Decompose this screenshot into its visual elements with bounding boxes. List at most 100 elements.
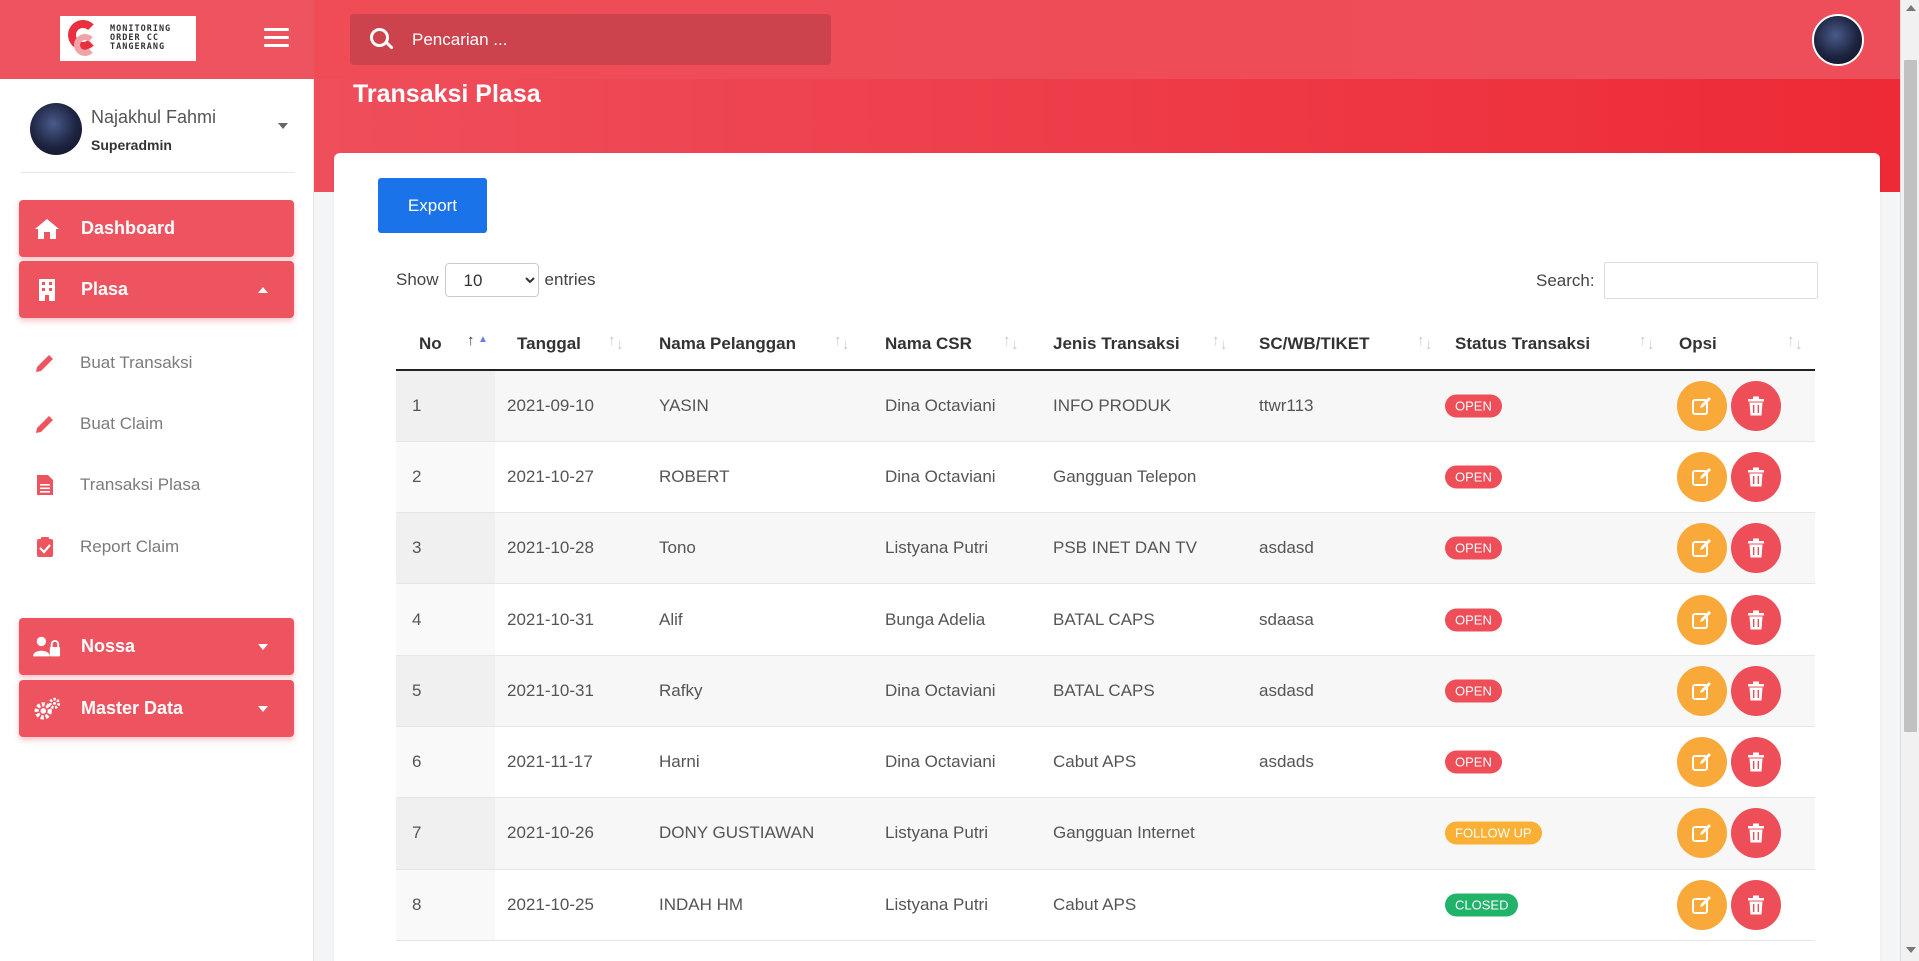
edit-button[interactable] <box>1677 594 1727 645</box>
file-icon <box>32 472 58 498</box>
column-header-jenis-transaksi[interactable]: Jenis Transaksi <box>1031 320 1240 371</box>
status-badge: OPEN <box>1445 608 1502 632</box>
export-button[interactable]: Export <box>378 178 487 233</box>
global-search-input[interactable] <box>412 29 792 50</box>
page-length-select[interactable]: 10 <box>444 263 539 297</box>
cell-csr: Dina Octaviani <box>885 395 996 415</box>
cell-tiket <box>1240 869 1445 940</box>
edit-button[interactable] <box>1677 665 1727 716</box>
delete-button[interactable] <box>1731 737 1781 788</box>
cell-pelanggan: Rafky <box>659 680 703 700</box>
entries-label: entries <box>544 270 596 289</box>
sidebar-user-name: Najakhul Fahmi <box>91 107 217 127</box>
scroll-down-icon[interactable] <box>1906 947 1916 953</box>
edit-button[interactable] <box>1677 737 1727 788</box>
column-header-tanggal[interactable]: Tanggal <box>495 320 636 371</box>
edit-button[interactable] <box>1677 808 1727 859</box>
cell-status: OPEN <box>1445 655 1667 726</box>
chevron-down-icon <box>258 644 268 650</box>
column-header-status-transaksi[interactable]: Status Transaksi <box>1445 320 1667 371</box>
app-logo[interactable]: MONITORING ORDER CC TANGERANG <box>60 16 196 61</box>
chevron-down-icon[interactable] <box>278 123 288 129</box>
sort-icon[interactable] <box>608 332 630 354</box>
edit-icon <box>1692 467 1711 486</box>
cell-jenis: Cabut APS <box>1053 752 1137 772</box>
user-avatar[interactable] <box>1812 14 1864 66</box>
cell-csr: Listyana Putri <box>885 823 988 843</box>
sidebar-user-panel[interactable]: Najakhul Fahmi Superadmin <box>20 101 294 173</box>
search-icon[interactable] <box>370 27 394 52</box>
status-badge: OPEN <box>1445 536 1502 560</box>
cell-tanggal: 2021-10-31 <box>507 609 594 629</box>
cell-no: 8 <box>396 869 495 941</box>
chevron-up-icon <box>258 287 268 293</box>
edit-icon <box>1692 895 1711 914</box>
column-header-sc-wb-tiket[interactable]: SC/WB/TIKET <box>1240 320 1445 371</box>
table-row[interactable]: 5 2021-10-31 Rafky Dina Octaviani BATAL CAPS… <box>396 655 1815 727</box>
edit-button[interactable] <box>1677 523 1727 574</box>
edit-icon <box>1692 610 1711 629</box>
delete-button[interactable] <box>1731 808 1781 859</box>
delete-button[interactable] <box>1731 380 1781 431</box>
edit-button[interactable] <box>1677 451 1727 502</box>
scrollbar-thumb[interactable] <box>1904 60 1917 732</box>
sort-icon[interactable] <box>1639 332 1661 354</box>
sort-icon[interactable] <box>1787 332 1809 354</box>
table-row[interactable]: 8 2021-10-25 INDAH HM Listyana Putri Cabut A… <box>396 869 1815 941</box>
logo-mark-icon <box>68 19 104 58</box>
delete-button[interactable] <box>1731 523 1781 574</box>
brand-area: MONITORING ORDER CC TANGERANG <box>0 0 314 79</box>
table-row[interactable]: 7 2021-10-26 DONY GUSTIAWAN Listyana Putri G… <box>396 797 1815 870</box>
table-row[interactable]: 2 2021-10-27 ROBERT Dina Octaviani Gangguan … <box>396 441 1815 513</box>
clipboard-check-icon <box>32 534 58 560</box>
sort-icon[interactable] <box>1212 332 1234 354</box>
column-header-no[interactable]: No <box>396 320 495 371</box>
sidebar-subitem-transaksi-plasa[interactable]: Transaksi Plasa <box>32 465 292 505</box>
cell-tanggal: 2021-10-26 <box>507 823 594 843</box>
sidebar-user-avatar <box>30 103 82 155</box>
cell-no: 5 <box>396 655 495 727</box>
table-row[interactable]: 3 2021-10-28 Tono Listyana Putri PSB INET DA… <box>396 512 1815 584</box>
table-search-label: Search: <box>1536 270 1595 290</box>
edit-icon <box>1692 681 1711 700</box>
cell-csr: Listyana Putri <box>885 538 988 558</box>
edit-button[interactable] <box>1677 380 1727 431</box>
cell-pelanggan: Tono <box>659 538 696 558</box>
trash-icon <box>1748 396 1764 416</box>
cell-csr: Listyana Putri <box>885 894 988 914</box>
cell-jenis: Gangguan Telepon <box>1053 466 1197 486</box>
sidebar-subitem-buat-transaksi[interactable]: Buat Transaksi <box>32 343 292 383</box>
delete-button[interactable] <box>1731 594 1781 645</box>
edit-icon <box>1692 396 1711 415</box>
table-row[interactable]: 4 2021-10-31 Alif Bunga Adelia BATAL CAPS sda… <box>396 583 1815 656</box>
hamburger-menu-icon[interactable] <box>264 28 289 48</box>
pencil-icon <box>32 350 58 376</box>
delete-button[interactable] <box>1731 879 1781 930</box>
sort-asc-icon[interactable] <box>467 332 489 354</box>
sidebar-item-dashboard[interactable]: Dashboard <box>19 200 294 257</box>
page-scrollbar[interactable] <box>1900 0 1919 961</box>
sidebar: Najakhul Fahmi Superadmin Dashboard Plas… <box>0 79 314 961</box>
column-header-nama-csr[interactable]: Nama CSR <box>862 320 1031 371</box>
status-badge: OPEN <box>1445 465 1502 489</box>
scroll-up-icon[interactable] <box>1906 5 1916 11</box>
sort-icon[interactable] <box>834 332 856 354</box>
sidebar-item-master-data[interactable]: Master Data <box>19 680 294 737</box>
delete-button[interactable] <box>1731 665 1781 716</box>
table-row[interactable]: 1 2021-09-10 YASIN Dina Octaviani INFO PRODU… <box>396 370 1815 442</box>
sidebar-item-plasa[interactable]: Plasa <box>19 261 294 318</box>
sort-icon[interactable] <box>1003 332 1025 354</box>
table-row[interactable]: 6 2021-11-17 Harni Dina Octaviani Cabut APS a… <box>396 726 1815 798</box>
sidebar-subitem-report-claim[interactable]: Report Claim <box>32 527 292 567</box>
sidebar-subitem-label: Transaksi Plasa <box>80 475 201 494</box>
column-header-opsi[interactable]: Opsi <box>1667 320 1815 371</box>
edit-button[interactable] <box>1677 879 1727 930</box>
sidebar-subitem-buat-claim[interactable]: Buat Claim <box>32 404 292 444</box>
edit-icon <box>1692 824 1711 843</box>
column-header-nama-pelanggan[interactable]: Nama Pelanggan <box>636 320 862 371</box>
delete-button[interactable] <box>1731 451 1781 502</box>
sort-icon[interactable] <box>1417 332 1439 354</box>
sidebar-item-nossa[interactable]: Nossa <box>19 618 294 675</box>
table-search-input[interactable] <box>1603 262 1818 299</box>
cell-csr: Dina Octaviani <box>885 752 996 772</box>
